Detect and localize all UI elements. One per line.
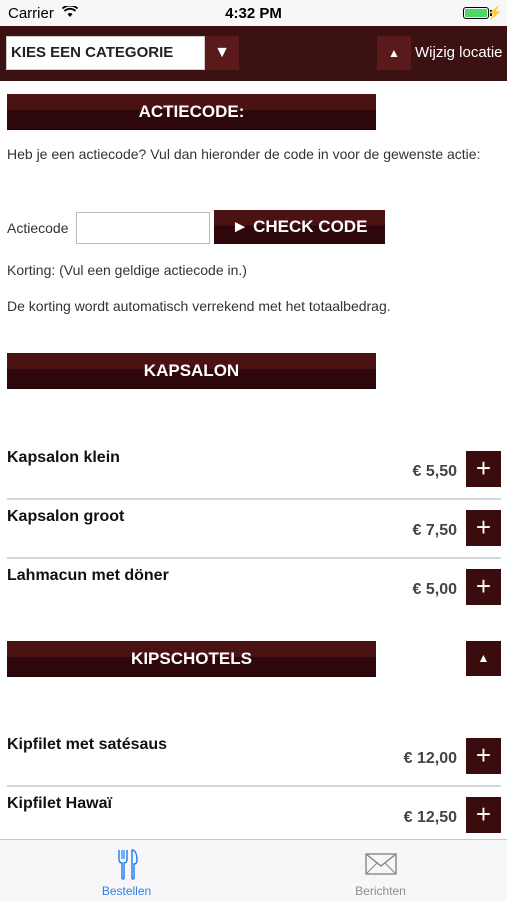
item-name: Kapsalon groot (7, 508, 125, 525)
plus-icon: + (475, 453, 492, 483)
caret-up-icon: ▲ (477, 651, 490, 665)
discount-text: Korting: (Vul een geldige actiecode in.) (7, 262, 247, 278)
caret-up-icon: ▲ (388, 46, 400, 60)
clock: 4:32 PM (225, 5, 282, 22)
item-price: € 12,00 (403, 750, 457, 767)
add-button[interactable]: + (466, 738, 501, 774)
status-bar: Carrier 4:32 PM ⚡ (0, 0, 507, 26)
category-select[interactable]: KIES EEN CATEGORIE (6, 36, 205, 70)
caret-down-icon: ▼ (214, 44, 230, 61)
item-price: € 5,50 (412, 463, 457, 480)
add-button[interactable]: + (466, 510, 501, 546)
menu-item: Lahmacun met döner € 5,00 + (7, 559, 501, 618)
fork-knife-icon (0, 848, 253, 885)
menu-item: Kipfilet met satésaus € 12,00 + (7, 728, 501, 787)
tab-bar: Bestellen Berichten (0, 839, 507, 901)
promo-header: ACTIECODE: (7, 94, 376, 129)
promo-code-input[interactable] (76, 212, 210, 244)
item-name: Kipfilet Hawaï (7, 795, 112, 812)
change-location-link[interactable]: Wijzig locatie (415, 36, 503, 70)
item-name: Lahmacun met döner (7, 567, 169, 584)
add-button[interactable]: + (466, 797, 501, 833)
menu-item: Kapsalon klein € 5,50 + (7, 441, 501, 500)
tab-label: Bestellen (101, 884, 152, 898)
plus-icon: + (475, 799, 492, 829)
promo-input-label: Actiecode (7, 220, 69, 236)
add-button[interactable]: + (466, 569, 501, 605)
tab-bestellen[interactable]: Bestellen (0, 840, 253, 901)
check-code-button[interactable]: ► CHECK CODE (214, 210, 385, 244)
item-price: € 5,00 (412, 581, 457, 598)
top-bar: KIES EEN CATEGORIE ▼ ▲ Wijzig locatie (0, 26, 507, 81)
item-name: Kipfilet met satésaus (7, 736, 168, 753)
charging-icon: ⚡ (486, 5, 503, 20)
tab-berichten[interactable]: Berichten (254, 840, 507, 901)
category-header-kapsalon[interactable]: KAPSALON (7, 353, 376, 388)
promo-intro: Heb je een actiecode? Vul dan hieronder … (7, 146, 481, 162)
tab-label: Berichten (355, 884, 406, 898)
item-price: € 7,50 (412, 522, 457, 539)
plus-icon: + (475, 740, 492, 770)
category-dropdown-button[interactable]: ▼ (205, 36, 239, 70)
plus-icon: + (475, 512, 492, 542)
collapse-button[interactable]: ▲ (466, 641, 501, 676)
category-header-kipschotels[interactable]: KIPSCHOTELS (7, 641, 376, 676)
menu-item: Kapsalon groot € 7,50 + (7, 500, 501, 559)
discount-note: De korting wordt automatisch verrekend m… (7, 298, 391, 314)
location-toggle-button[interactable]: ▲ (377, 36, 411, 70)
item-name: Kapsalon klein (7, 449, 120, 466)
menu-item: Kipfilet Hawaï € 12,50 + (7, 787, 501, 846)
envelope-icon (254, 853, 507, 880)
item-price: € 12,50 (403, 809, 457, 826)
plus-icon: + (475, 571, 492, 601)
add-button[interactable]: + (466, 451, 501, 487)
battery-icon (463, 7, 489, 19)
